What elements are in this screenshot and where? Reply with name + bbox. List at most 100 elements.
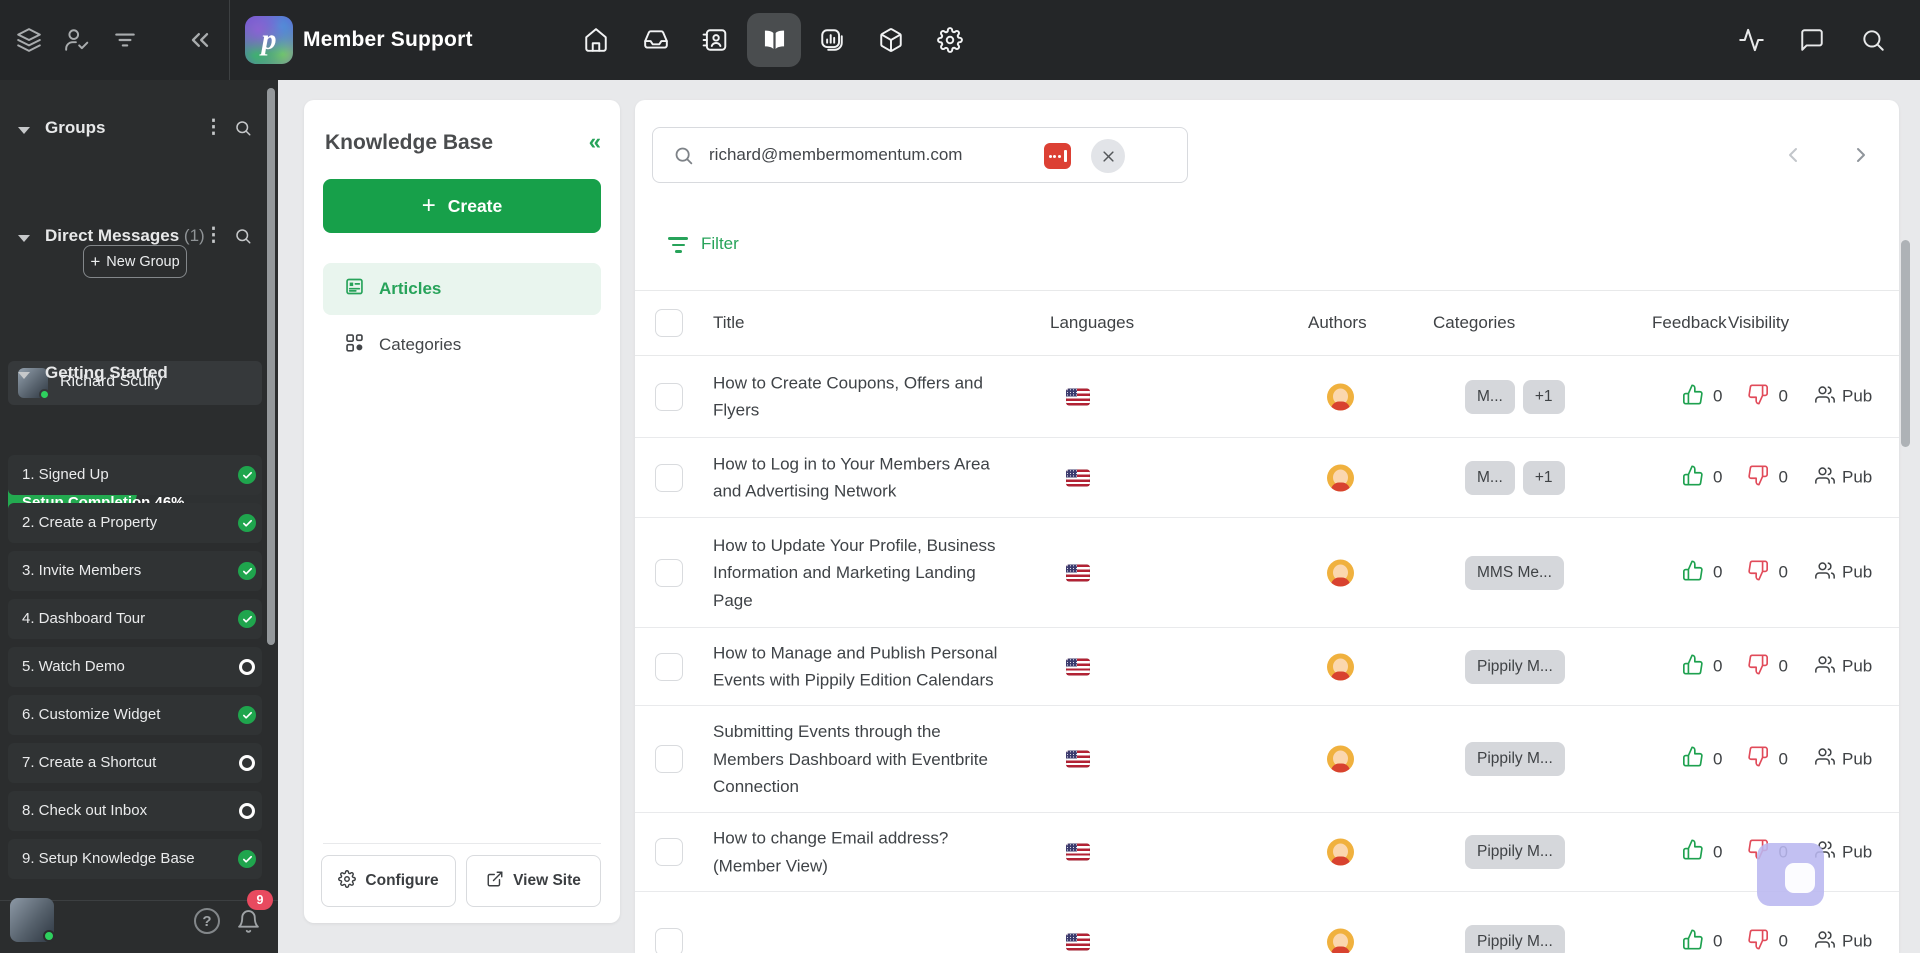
next-page-icon[interactable]: [1849, 143, 1873, 172]
getting-started-step[interactable]: 2. Create a Property: [8, 503, 262, 543]
row-checkbox[interactable]: [655, 838, 683, 866]
article-title-link[interactable]: How to change Email address? (Member Vie…: [713, 825, 1063, 880]
category-pill: M...: [1465, 379, 1515, 414]
row-checkbox[interactable]: [655, 745, 683, 773]
floating-widget-button[interactable]: [1757, 843, 1824, 906]
visibility-cell: Pub: [1815, 747, 1872, 772]
table-row[interactable]: How to Log in to Your Members Area and A…: [635, 438, 1899, 518]
user-check-icon[interactable]: [64, 27, 90, 53]
table-row[interactable]: How to Update Your Profile, Business Inf…: [635, 518, 1899, 628]
create-button[interactable]: + Create: [323, 179, 601, 233]
visibility-cell: Pub: [1815, 560, 1872, 585]
notifications-bell-icon[interactable]: [236, 909, 261, 939]
author-avatar-image: [1327, 653, 1354, 680]
row-checkbox[interactable]: [655, 463, 683, 492]
getting-started-step[interactable]: 6. Customize Widget: [8, 695, 262, 735]
groups-caret-icon[interactable]: [18, 127, 30, 134]
direct-messages-menu-icon[interactable]: ⋮: [204, 224, 223, 247]
groups-label: Groups: [45, 118, 106, 137]
users-icon: [1815, 654, 1835, 679]
table-row[interactable]: How to Create Coupons, Offers and Flyers…: [635, 356, 1899, 438]
author-avatar: [1327, 838, 1354, 866]
likes-count: 0: [1713, 842, 1723, 861]
nav-contacts-icon[interactable]: [688, 13, 742, 67]
getting-started-step[interactable]: 3. Invite Members: [8, 551, 262, 591]
nav-products-icon[interactable]: [864, 13, 918, 67]
tab-label: Articles: [379, 279, 442, 298]
article-title-link[interactable]: How to Update Your Profile, Business Inf…: [713, 531, 1063, 614]
getting-started-step[interactable]: 9. Setup Knowledge Base: [8, 839, 262, 879]
sidebar-scrollbar[interactable]: [267, 88, 275, 645]
nav-home-icon[interactable]: [569, 13, 623, 67]
table-row[interactable]: Submitting Events through the Members Da…: [635, 706, 1899, 813]
table-row[interactable]: How to change Email address? (Member Vie…: [635, 813, 1899, 892]
direct-messages-caret-icon[interactable]: [18, 235, 30, 242]
clear-search-icon[interactable]: [1091, 139, 1125, 173]
nav-knowledge-base-icon[interactable]: [747, 13, 801, 67]
main-scrollbar[interactable]: [1901, 240, 1910, 447]
row-checkbox[interactable]: [655, 652, 683, 681]
article-title-link[interactable]: How to Log in to Your Members Area and A…: [713, 450, 1063, 505]
step-complete-icon: [238, 562, 256, 580]
visibility-value: Pub: [1842, 386, 1873, 406]
thumbs-up-icon: [1682, 559, 1704, 586]
panel-divider: [323, 843, 601, 844]
current-user-avatar[interactable]: [10, 898, 55, 942]
nav-reports-icon[interactable]: [805, 13, 859, 67]
step-label: 4. Dashboard Tour: [22, 610, 146, 627]
row-checkbox[interactable]: [655, 558, 683, 587]
table-row[interactable]: Pippily M... 0 0 Pub: [635, 892, 1899, 953]
article-title-link[interactable]: Submitting Events through the Members Da…: [713, 718, 1063, 801]
thumbs-down-icon: [1747, 559, 1769, 586]
articles-list-panel: richard@membermomentum.com Filter Title …: [635, 100, 1899, 953]
tab-articles[interactable]: Articles: [323, 263, 601, 315]
search-icon[interactable]: [1860, 27, 1886, 53]
sort-filter-icon[interactable]: [112, 27, 138, 53]
filter-icon: [668, 235, 688, 253]
previous-page-icon[interactable]: [1781, 143, 1805, 172]
collapse-panel-icon[interactable]: «: [589, 131, 601, 153]
getting-started-step[interactable]: 5. Watch Demo: [8, 647, 262, 687]
category-pills: Pippily M...: [1465, 835, 1565, 869]
row-checkbox[interactable]: [655, 927, 683, 953]
article-title-link[interactable]: How to Create Coupons, Offers and Flyers: [713, 369, 1063, 424]
visibility-value: Pub: [1842, 467, 1873, 487]
dislikes-count: 0: [1778, 749, 1788, 768]
category-pill: Pippily M...: [1465, 835, 1565, 869]
nav-inbox-icon[interactable]: [629, 13, 683, 67]
likes-count: 0: [1713, 386, 1723, 406]
view-site-button[interactable]: View Site: [466, 855, 601, 907]
groups-search-icon[interactable]: [234, 119, 252, 142]
getting-started-caret-icon[interactable]: [18, 372, 30, 379]
flag-en-US: [1066, 933, 1090, 950]
select-all-checkbox[interactable]: [655, 309, 683, 337]
configure-button[interactable]: Configure: [321, 855, 456, 907]
getting-started-step[interactable]: 8. Check out Inbox: [8, 791, 262, 831]
category-pills: Pippily M...: [1465, 924, 1565, 953]
nav-settings-icon[interactable]: [923, 13, 977, 67]
article-title-link[interactable]: How to Manage and Publish Personal Event…: [713, 639, 1063, 694]
table-row[interactable]: How to Manage and Publish Personal Event…: [635, 628, 1899, 706]
article-search-input[interactable]: richard@membermomentum.com: [652, 127, 1188, 183]
author-avatar: [1327, 928, 1354, 953]
help-icon[interactable]: ?: [194, 908, 220, 934]
collapse-sidebar-icon[interactable]: [186, 26, 214, 54]
getting-started-step[interactable]: 7. Create a Shortcut: [8, 743, 262, 783]
thumbs-down-icon: [1747, 464, 1769, 491]
getting-started-step[interactable]: 4. Dashboard Tour: [8, 599, 262, 639]
flag-en-US: [1066, 843, 1090, 861]
filter-button[interactable]: Filter: [668, 234, 739, 254]
direct-messages-search-icon[interactable]: [234, 227, 252, 250]
layers-icon[interactable]: [16, 27, 42, 53]
activity-icon[interactable]: [1738, 27, 1765, 54]
row-checkbox[interactable]: [655, 382, 683, 411]
visibility-value: Pub: [1842, 749, 1873, 768]
tab-categories[interactable]: Categories: [323, 319, 601, 371]
gear-icon: [338, 869, 357, 893]
getting-started-step[interactable]: 1. Signed Up: [8, 455, 262, 495]
groups-menu-icon[interactable]: ⋮: [204, 116, 223, 139]
category-pill: MMS Me...: [1465, 555, 1564, 590]
chat-icon[interactable]: [1799, 27, 1825, 53]
thumbs-up-icon: [1682, 928, 1704, 953]
password-manager-extension-icon[interactable]: [1044, 143, 1071, 169]
